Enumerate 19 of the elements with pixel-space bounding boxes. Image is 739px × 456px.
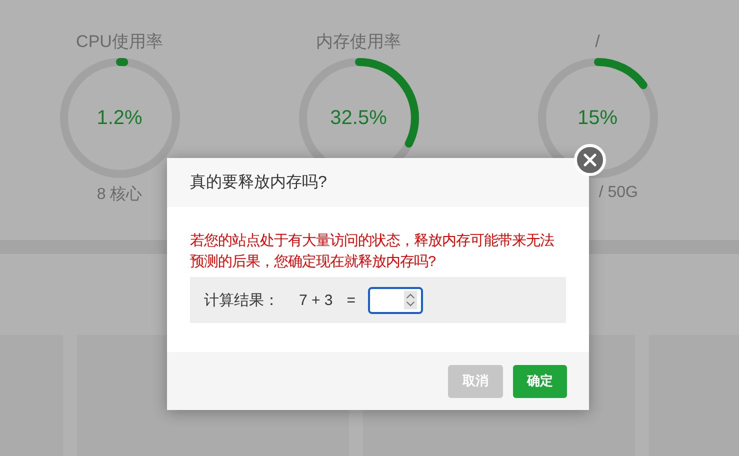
warning-message: 若您的站点处于有大量访问的状态，释放内存可能带来无法预测的后果，您确定现在就释放内存吗?: [190, 232, 555, 272]
close-icon: [582, 152, 598, 168]
gauge-detail: / 50G: [598, 184, 638, 202]
gauge-value: 1.2%: [96, 106, 142, 130]
gauge-label: 内存使用率: [316, 32, 401, 52]
captcha-label: 计算结果：: [204, 290, 279, 310]
cancel-button[interactable]: 取消: [448, 364, 503, 398]
gauge-detail: 8 核心: [96, 184, 142, 205]
answer-field[interactable]: [368, 286, 423, 314]
dialog-title: 真的要释放内存吗?: [190, 172, 327, 193]
gauge-value: 32.5%: [330, 106, 387, 130]
spinner-icon[interactable]: [404, 290, 417, 310]
captcha-expression: 7 + 3: [299, 292, 333, 308]
gauge-value: 15%: [577, 106, 618, 130]
confirm-button[interactable]: 确定: [513, 364, 567, 398]
close-button[interactable]: [574, 144, 606, 176]
gauge-label: CPU使用率: [76, 32, 163, 52]
equals-sign: =: [346, 292, 356, 308]
gauge-label: /: [595, 32, 600, 52]
